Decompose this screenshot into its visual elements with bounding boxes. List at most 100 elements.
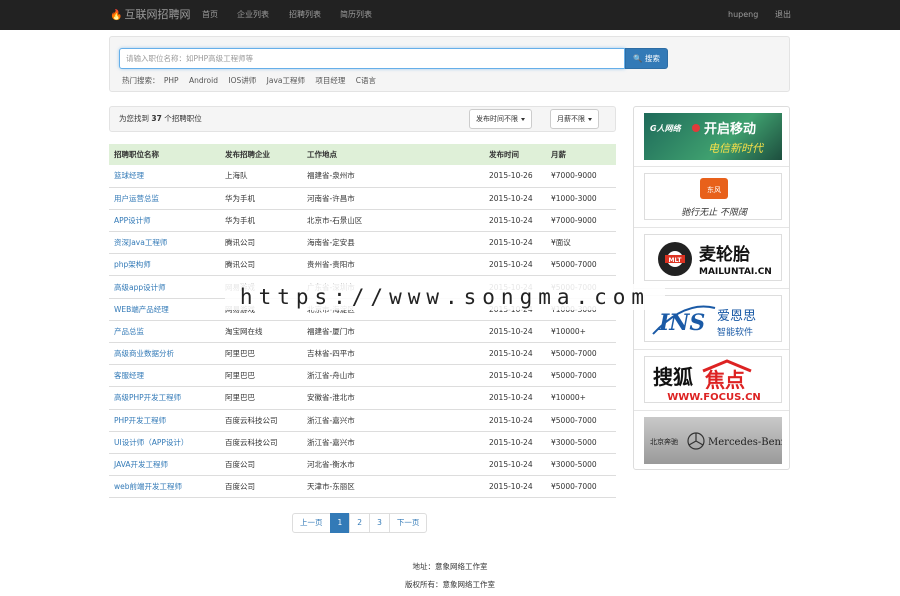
salary: ¥5000-7000 [546,409,616,432]
salary: ¥5000-7000 [546,475,616,499]
table-row: UI设计师（APP设计） 百度云科技公司 浙江省-嘉兴市 2015-10-24 ¥300… [109,431,616,454]
post-date: 2015-10-24 [484,386,546,410]
mobile-ad[interactable]: G人网络 开启移动 电信新时代 [644,113,782,160]
table-header-row: 招聘职位名称 发布招聘企业 工作地点 发布时间 月薪 [109,144,616,165]
post-date: 2015-10-24 [484,475,546,499]
job-title-link[interactable]: UI设计师（APP设计） [109,431,220,454]
mercedes-ad-image: 北京奔驰 Mercedes-Benz [650,432,782,450]
page-3-button[interactable]: 3 [369,513,390,533]
salary-filter-dropdown[interactable]: 月薪不限 [550,109,599,129]
company-name: 百度公司 [220,475,302,499]
job-location: 北京市-石景山区 [302,209,484,233]
nav-link-companies[interactable]: 企业列表 [237,0,269,30]
ad-separator [634,410,789,411]
ad-brand-mark: G人网络 [650,123,683,133]
table-row: 产品总监 淘宝网在线 福建省-厦门市 2015-10-24 ¥10000+ [109,320,616,344]
job-title-link[interactable]: web前端开发工程师 [109,475,220,499]
mailuntai-ad[interactable]: MLT 麦轮胎 MAILUNTAI.CN [644,234,782,281]
svg-text:WWW.FOCUS.CN: WWW.FOCUS.CN [667,392,761,403]
ad-separator [634,349,789,350]
job-table: 招聘职位名称 发布招聘企业 工作地点 发布时间 月薪 篮球经理 上海队 福建省-泉州… [109,144,616,499]
time-filter-dropdown[interactable]: 发布时间不限 [469,109,532,129]
job-location: 贵州省-贵阳市 [302,253,484,277]
job-location: 安徽省-淮北市 [302,386,484,410]
job-title-link[interactable]: PHP开发工程师 [109,409,220,432]
next-page-button[interactable]: 下一页 [388,513,428,533]
hot-term[interactable]: Java工程师 [267,76,305,85]
hot-term[interactable]: 项目经理 [315,76,345,85]
result-summary-bar: 为您找到 37 个招聘职位 发布时间不限 月薪不限 [109,106,616,132]
logout-link[interactable]: 退出 [775,0,791,30]
company-name: 百度云科技公司 [220,409,302,432]
user-name[interactable]: hupeng [728,0,758,30]
job-title-link[interactable]: 篮球经理 [109,165,220,188]
svg-text:北京奔驰: 北京奔驰 [650,437,678,446]
job-title-link[interactable]: WEB端产品经理 [109,298,220,321]
job-title-link[interactable]: 高级PHP开发工程师 [109,386,220,410]
hot-label: 热门搜索： [122,76,160,85]
table-row: php架构师 腾讯公司 贵州省-贵阳市 2015-10-24 ¥5000-7000 [109,253,616,277]
job-title-link[interactable]: 客服经理 [109,364,220,388]
page-1-button[interactable]: 1 [329,513,351,533]
nav-link-home[interactable]: 首页 [202,0,218,30]
company-name: 腾讯公司 [220,231,302,255]
company-name: 淘宝网在线 [220,320,302,344]
table-row: PHP开发工程师 百度云科技公司 浙江省-嘉兴市 2015-10-24 ¥5000-70… [109,409,616,432]
job-location: 浙江省-舟山市 [302,364,484,388]
hot-term[interactable]: PHP [164,76,179,85]
job-title-link[interactable]: 高级商业数据分析 [109,342,220,366]
company-name: 阿里巴巴 [220,386,302,410]
dongfeng-ad[interactable]: 东风 驰行无止 不限阔 [644,173,782,220]
page-2-button[interactable]: 2 [349,513,371,533]
company-name: 阿里巴巴 [220,364,302,388]
company-name: 腾讯公司 [220,253,302,277]
svg-text:INS: INS [658,310,705,336]
caret-down-icon [588,117,592,121]
job-title-link[interactable]: 产品总监 [109,320,220,344]
svg-text:东风: 东风 [707,185,721,194]
svg-text:MLT: MLT [669,257,683,264]
nav-link-jobs[interactable]: 招聘列表 [289,0,321,30]
job-title-link[interactable]: 用户运营总监 [109,187,220,210]
job-location: 天津市-东丽区 [302,475,484,499]
search-button[interactable]: 🔍 搜索 [625,48,668,69]
job-title-link[interactable]: php架构师 [109,253,220,277]
search-input[interactable]: 请输入职位名称：如PHP高级工程师等 [119,48,625,69]
company-name: 百度云科技公司 [220,431,302,454]
salary: ¥1000-3000 [546,187,616,210]
job-location: 河南省-许昌市 [302,187,484,210]
nav-link-resumes[interactable]: 简历列表 [340,0,372,30]
svg-text:MAILUNTAI.CN: MAILUNTAI.CN [699,267,772,277]
header-company: 发布招聘企业 [220,144,302,165]
mercedes-ad[interactable]: 北京奔驰 Mercedes-Benz [644,417,782,464]
salary: ¥3000-5000 [546,453,616,477]
table-row: 用户运营总监 华为手机 河南省-许昌市 2015-10-24 ¥1000-3000 [109,187,616,210]
brand-logo[interactable]: 🔥 互联网招聘网 [110,0,190,30]
search-button-label: 搜索 [644,54,660,63]
job-title-link[interactable]: 资深Java工程师 [109,231,220,255]
table-row: 高级商业数据分析 阿里巴巴 吉林省-四平市 2015-10-24 ¥5000-7000 [109,342,616,366]
watermark-overlay: https://www.songma.com [225,284,665,310]
hot-term[interactable]: IOS讲师 [228,76,256,85]
svg-text:电信新时代: 电信新时代 [708,142,765,155]
salary: ¥5000-7000 [546,253,616,277]
svg-text:爱恩思: 爱恩思 [717,309,756,324]
post-date: 2015-10-24 [484,364,546,388]
salary: ¥5000-7000 [546,364,616,388]
focus-ad-image: 搜狐 焦点 WWW.FOCUS.CN [653,359,761,403]
job-title-link[interactable]: APP设计师 [109,209,220,233]
hot-term[interactable]: C语言 [356,76,376,85]
result-prefix: 为您找到 [119,114,149,123]
svg-text:焦点: 焦点 [705,368,745,392]
hot-term[interactable]: Android [189,76,218,85]
company-name: 华为手机 [220,187,302,210]
prev-page-button[interactable]: 上一页 [292,513,331,533]
table-row: APP设计师 华为手机 北京市-石景山区 2015-10-24 ¥7000-9000 [109,209,616,233]
job-location: 福建省-泉州市 [302,165,484,188]
job-title-link[interactable]: JAVA开发工程师 [109,453,220,477]
focus-ad[interactable]: 搜狐 焦点 WWW.FOCUS.CN [644,356,782,403]
company-name: 阿里巴巴 [220,342,302,366]
job-title-link[interactable]: 高级app设计师 [109,275,220,299]
result-count: 37 [151,114,162,123]
fire-icon: 🔥 [110,10,123,21]
